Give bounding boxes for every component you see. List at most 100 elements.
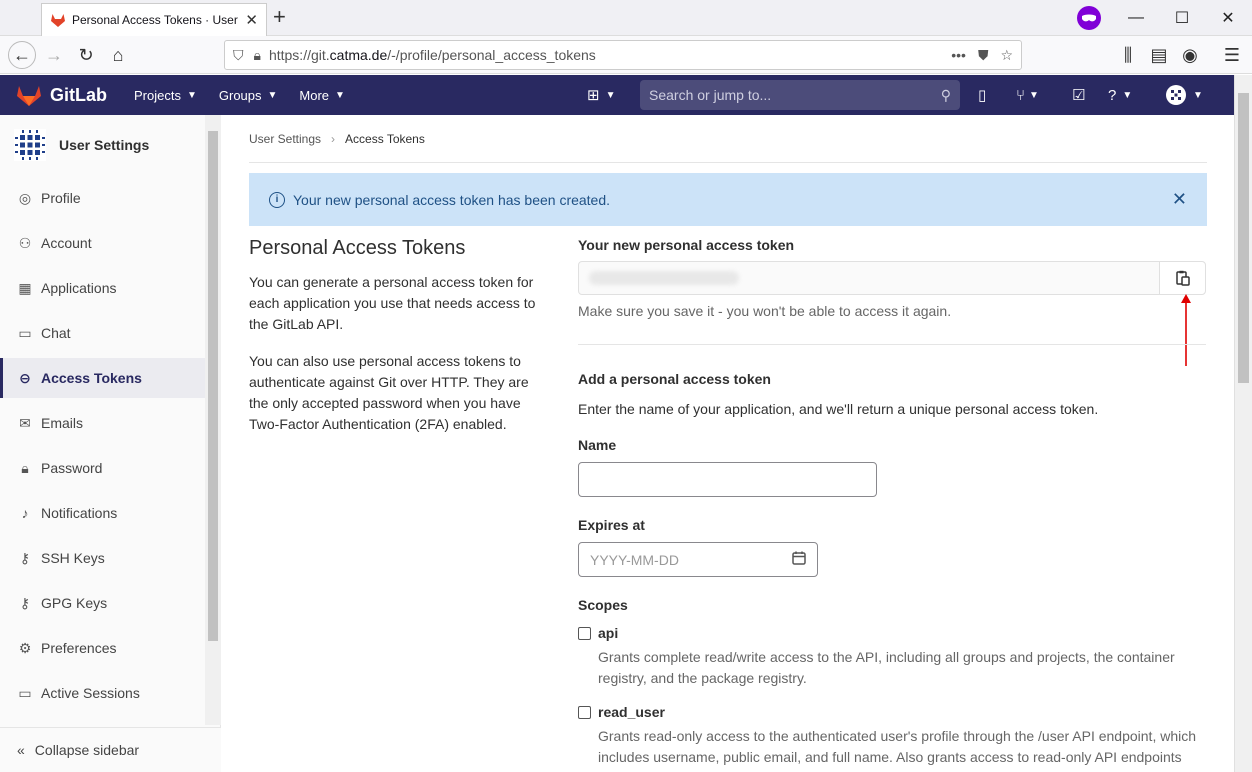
sidebar-item-applications[interactable]: ▦ Applications <box>0 268 205 308</box>
new-token-field[interactable] <box>578 261 1206 295</box>
name-input[interactable] <box>578 462 877 497</box>
collapse-sidebar-label: Collapse sidebar <box>34 742 140 758</box>
maximize-icon[interactable]: ☐ <box>1159 0 1205 36</box>
menu-more[interactable]: More ▼ <box>288 88 356 103</box>
sidebar-item-account[interactable]: ⚇ Account <box>0 223 205 263</box>
chevron-down-icon: ▼ <box>335 89 345 101</box>
menu-icon[interactable]: ☰ <box>1218 41 1246 69</box>
sidebar-item-access-tokens[interactable]: ⊖ Access Tokens <box>0 358 205 398</box>
gitlab-favicon-icon <box>51 14 65 27</box>
close-icon[interactable]: ✕ <box>1172 189 1187 210</box>
expires-label: Expires at <box>578 517 645 533</box>
api-checkbox[interactable] <box>578 626 591 640</box>
url-domain: catma.de <box>329 47 388 63</box>
search-input[interactable]: Search or jump to... ⚲ <box>640 80 960 110</box>
sidebar-item-profile[interactable]: ◎ Profile <box>0 178 205 218</box>
sidebar-item-chat[interactable]: ▭ Chat <box>0 313 205 353</box>
sidebar-item-gpg-keys[interactable]: ⚷ GPG Keys <box>0 583 205 623</box>
new-tab-icon[interactable]: + <box>273 6 286 28</box>
new-token-value[interactable] <box>579 262 1159 294</box>
sidebar-scrollbar-thumb[interactable] <box>208 131 218 641</box>
applications-icon: ▦ <box>18 279 32 296</box>
page-scrollbar[interactable] <box>1234 75 1252 772</box>
scopes-label: Scopes <box>578 597 628 613</box>
library-icon[interactable]: ⫼ <box>1114 41 1142 69</box>
gitlab-logo[interactable]: GitLab <box>16 83 107 107</box>
sidebar-item-notifications[interactable]: ♪ Notifications <box>0 493 205 533</box>
collapse-sidebar-button[interactable]: « Collapse sidebar <box>0 727 221 772</box>
back-icon[interactable]: ← <box>8 41 36 69</box>
intro-section: Personal Access Tokens You can generate … <box>249 237 549 451</box>
pocket-icon[interactable]: ⛊ <box>978 47 989 64</box>
scope-description: Grants read-only access to the authentic… <box>598 728 1197 765</box>
sidebar-item-active-sessions[interactable]: ▭ Active Sessions <box>0 673 205 713</box>
sidebar-item-label: Notifications <box>41 505 118 521</box>
add-token-description: Enter the name of your application, and … <box>578 401 1099 417</box>
menu-groups[interactable]: Groups ▼ <box>208 88 289 103</box>
read-user-checkbox[interactable] <box>578 705 591 719</box>
add-token-title: Add a personal access token <box>578 371 771 387</box>
flash-message: Your new personal access token has been … <box>293 191 611 208</box>
gitlab-brand: GitLab <box>50 84 107 105</box>
merge-requests-icon[interactable]: ⑂ ▼ <box>1016 83 1039 107</box>
page-scrollbar-thumb[interactable] <box>1238 93 1249 383</box>
settings-sidebar: User Settings ◎ Profile ⚇ Account ▦ Applica… <box>0 115 221 772</box>
account-icon[interactable]: ◉ <box>1176 41 1204 69</box>
private-browsing-icon <box>1077 6 1101 30</box>
sidebar-item-ssh-keys[interactable]: ⚷ SSH Keys <box>0 538 205 578</box>
lock-icon: 🔒︎ <box>21 459 29 476</box>
intro-paragraph-2: You can also use personal access tokens … <box>249 353 529 432</box>
calendar-icon[interactable] <box>792 551 806 568</box>
name-label: Name <box>578 437 617 453</box>
breadcrumb: User Settings › Access Tokens <box>249 132 425 146</box>
sidebar-item-label: Access Tokens <box>41 370 142 386</box>
tab-close-icon[interactable]: ✕ <box>245 11 258 29</box>
sidebar-title: User Settings <box>59 137 150 153</box>
url-prefix: https://git. <box>268 47 330 63</box>
sidebar-item-label: Active Sessions <box>41 685 140 701</box>
clipboard-icon <box>1175 270 1190 286</box>
forward-icon[interactable]: → <box>40 41 68 69</box>
reload-icon[interactable]: ↻ <box>72 41 100 69</box>
browser-tab[interactable]: Personal Access Tokens · User S ✕ <box>41 3 267 36</box>
scope-description: Grants complete read/write access to the… <box>598 649 1175 686</box>
sidebar-item-label: GPG Keys <box>41 595 108 611</box>
todos-icon[interactable]: ☑ <box>1072 83 1085 107</box>
page-actions-icon[interactable]: ••• <box>951 47 966 64</box>
main-content: User Settings › Access Tokens i Your new… <box>221 115 1234 772</box>
new-item-icon[interactable]: ⊞ ▼ <box>587 83 615 107</box>
token-icon: ⊖ <box>19 369 31 386</box>
expires-at-input[interactable]: YYYY-MM-DD <box>578 542 818 577</box>
annotation-arrow <box>1181 294 1191 366</box>
shield-icon[interactable]: ⛉ <box>233 47 244 64</box>
sidebar-scrollbar[interactable] <box>205 115 221 725</box>
issues-icon[interactable]: ▯ <box>978 83 986 107</box>
window-close-icon[interactable]: ✕ <box>1205 0 1251 36</box>
copy-token-button[interactable] <box>1159 262 1205 294</box>
lock-icon[interactable]: 🔒︎ <box>254 47 261 64</box>
menu-projects[interactable]: Projects ▼ <box>123 88 208 103</box>
new-token-label: Your new personal access token <box>578 237 795 253</box>
sidebar-item-label: Emails <box>41 415 84 431</box>
minimize-icon[interactable]: — <box>1113 0 1159 36</box>
browser-tabbar: Personal Access Tokens · User S ✕ + — ☐ … <box>0 0 1252 36</box>
scope-name[interactable]: api <box>598 625 618 641</box>
sidebar-item-preferences[interactable]: ⚙ Preferences <box>0 628 205 668</box>
home-icon[interactable]: ⌂ <box>104 41 132 69</box>
sidebar-item-emails[interactable]: ✉ Emails <box>0 403 205 443</box>
breadcrumb-current[interactable]: Access Tokens <box>345 132 425 146</box>
sidebar-header[interactable]: User Settings <box>14 129 149 161</box>
sidebar-toggle-icon[interactable]: ▤ <box>1145 41 1173 69</box>
help-icon[interactable]: ? ▼ <box>1108 83 1132 107</box>
flash-notice: i Your new personal access token has bee… <box>249 173 1207 226</box>
address-bar[interactable]: ⛉ 🔒︎ https://git. catma.de/-/profile/pers… <box>224 40 1022 70</box>
sidebar-item-label: Chat <box>41 325 71 341</box>
breadcrumb-parent[interactable]: User Settings <box>249 132 321 146</box>
user-avatar-icon[interactable]: ▼ <box>1165 83 1203 107</box>
expires-placeholder: YYYY-MM-DD <box>590 551 679 568</box>
page-title: Personal Access Tokens <box>249 237 466 259</box>
divider <box>578 344 1206 345</box>
bookmark-star-icon[interactable]: ☆ <box>1000 47 1013 64</box>
scope-name[interactable]: read_user <box>598 704 665 720</box>
sidebar-item-password[interactable]: 🔒︎ Password <box>0 448 205 488</box>
